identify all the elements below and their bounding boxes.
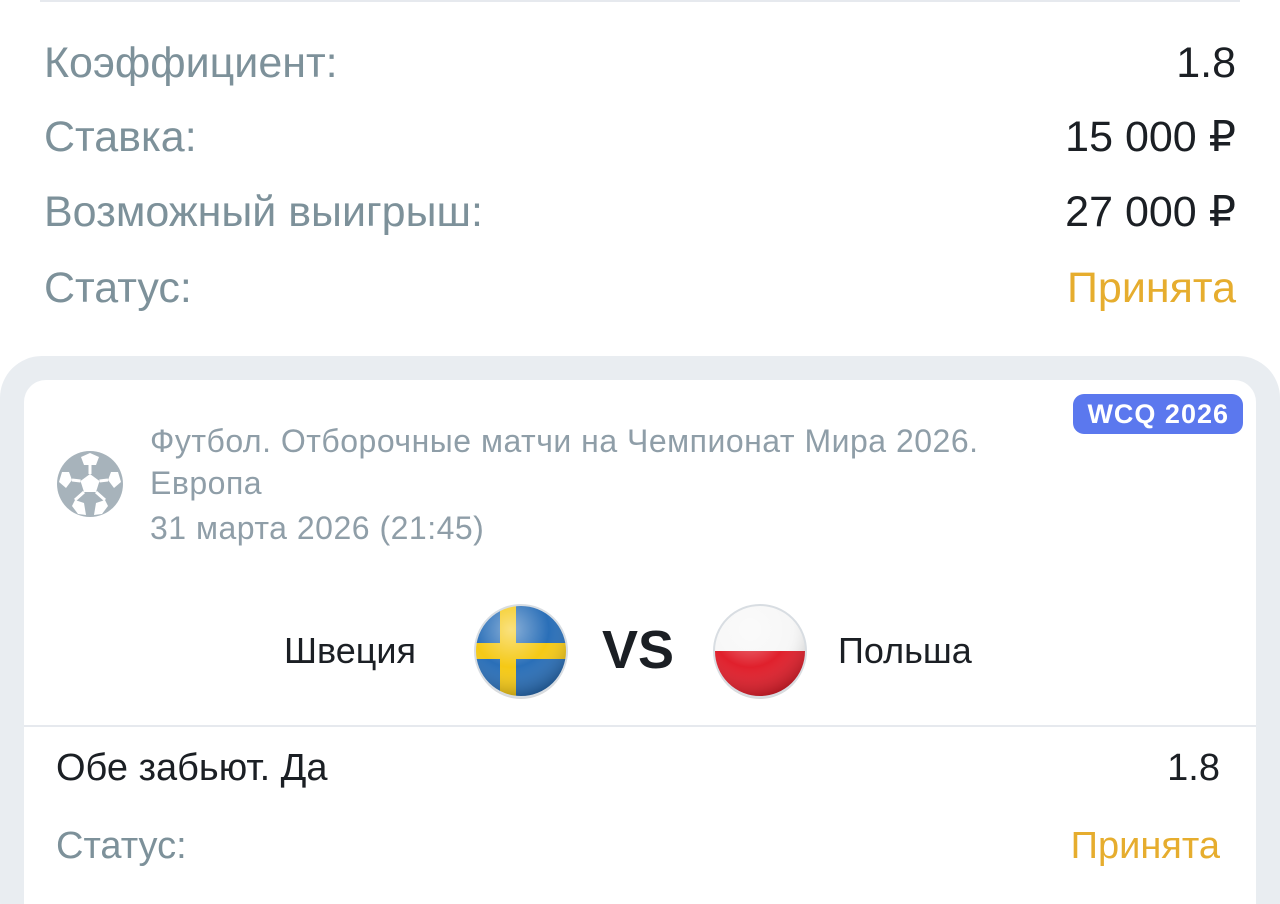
soccer-ball-icon <box>57 451 123 517</box>
bet-status-value: Принята <box>1070 824 1220 867</box>
bet-selection-row: Обе забьют. Да 1.8 <box>56 741 1220 795</box>
vs-label: VS <box>602 620 675 680</box>
league-name: Футбол. Отборочные матчи на Чемпионат Ми… <box>150 423 979 501</box>
tournament-badge: WCQ 2026 <box>1073 394 1243 434</box>
bet-market: Обе забьют. Да <box>56 746 328 789</box>
odds-value: 1.8 <box>1176 38 1236 87</box>
stake-label: Ставка: <box>44 112 197 161</box>
stake-row: Ставка: 15 000 ₽ <box>44 109 1236 165</box>
status-row: Статус: Принята <box>44 260 1236 316</box>
sweden-flag-icon <box>474 604 568 699</box>
top-divider <box>40 0 1240 2</box>
payout-label: Возможный выигрыш: <box>44 187 483 236</box>
status-value: Принята <box>1067 263 1236 312</box>
away-team-name: Польша <box>838 630 972 671</box>
match-date: 31 марта 2026 (21:45) <box>150 510 485 546</box>
status-label: Статус: <box>44 263 192 312</box>
odds-row: Коэффициент: 1.8 <box>44 35 1236 91</box>
home-team-name: Швеция <box>284 630 416 671</box>
payout-value: 27 000 ₽ <box>1065 188 1236 236</box>
bet-odds: 1.8 <box>1167 746 1220 789</box>
bet-status-row: Статус: Принята <box>56 819 1220 873</box>
poland-flag-icon <box>713 604 807 699</box>
bet-status-label: Статус: <box>56 824 187 867</box>
odds-label: Коэффициент: <box>44 38 338 87</box>
stake-value: 15 000 ₽ <box>1065 113 1236 161</box>
bet-details-screen: Коэффициент: 1.8 Ставка: 15 000 ₽ Возмож… <box>0 0 1280 904</box>
payout-row: Возможный выигрыш: 27 000 ₽ <box>44 184 1236 240</box>
card-divider <box>24 725 1256 727</box>
